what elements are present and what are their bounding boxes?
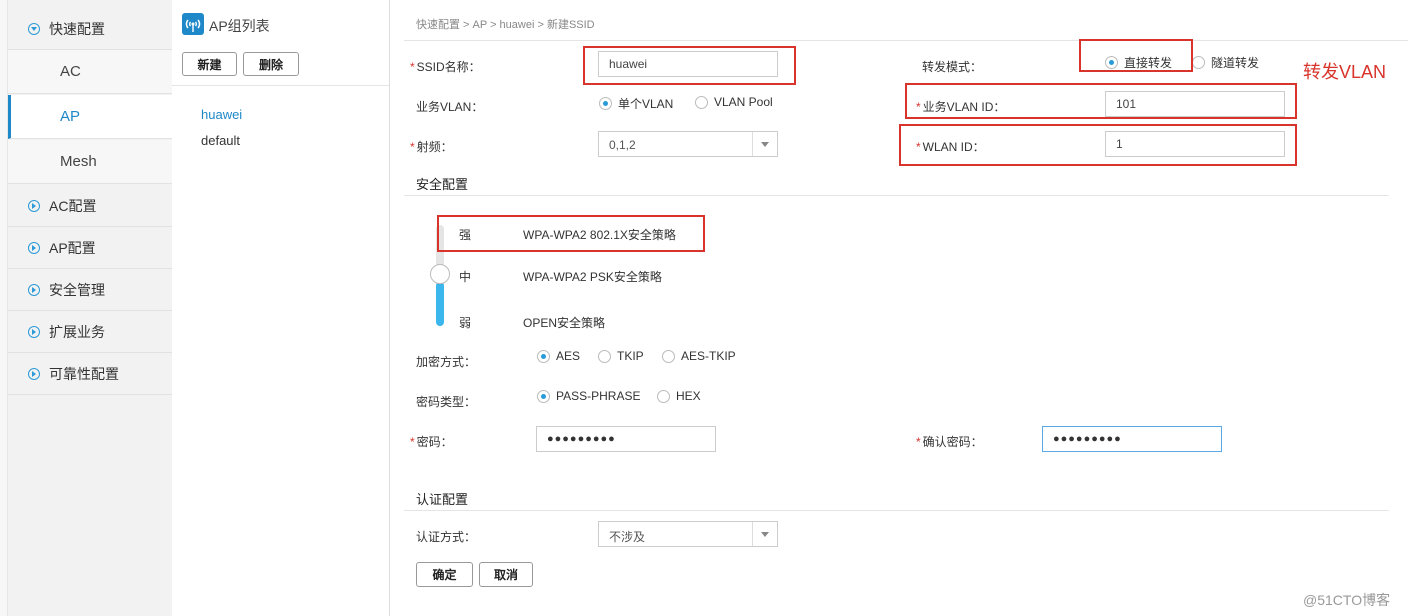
sidebar: 快速配置 AC AP Mesh AC配置 AP配置 安全管理 扩展业务 可靠性配… — [0, 0, 172, 616]
radio-label: PASS-PHRASE — [556, 389, 641, 403]
divider — [404, 195, 1389, 196]
confirm-password-label: 确认密码： — [916, 433, 983, 450]
select-value: 0,1,2 — [609, 138, 636, 152]
radio-encryption-tkip[interactable]: TKIP — [598, 349, 644, 363]
chevron-down-icon — [752, 132, 777, 156]
ssid-label: SSID名称： — [410, 58, 481, 75]
security-slider-handle[interactable] — [430, 264, 450, 284]
ok-button[interactable]: 确定 — [416, 562, 473, 587]
sidebar-item-label: AP配置 — [49, 239, 96, 256]
ap-wifi-icon — [182, 13, 204, 35]
ap-group-item[interactable]: default — [201, 133, 240, 148]
highlight-box — [899, 124, 1297, 166]
sidebar-subitem-ap[interactable]: AP — [8, 95, 172, 139]
watermark: @51CTO博客 — [1303, 592, 1391, 608]
auth-section-title: 认证配置 — [416, 492, 469, 507]
cancel-button[interactable]: 取消 — [479, 562, 533, 587]
new-button[interactable]: 新建 — [182, 52, 237, 76]
sidebar-item-label: AC配置 — [49, 197, 97, 214]
radio-band-select[interactable]: 0,1,2 — [598, 131, 778, 157]
radio-encryption-aes[interactable]: AES — [537, 349, 580, 363]
chevron-right-icon — [28, 367, 40, 380]
password-input[interactable]: ●●●●●●●●● — [536, 426, 716, 452]
sidebar-item-label: 可靠性配置 — [49, 365, 119, 382]
key-type-label: 密码类型： — [416, 395, 477, 409]
radio-label: TKIP — [617, 349, 644, 363]
radio-dot — [598, 349, 611, 363]
security-policy-weak[interactable]: OPEN安全策略 — [523, 314, 605, 331]
radio-vlan-single[interactable]: 单个VLAN — [599, 95, 673, 112]
auth-mode-select[interactable]: 不涉及 — [598, 521, 778, 547]
highlight-box — [1079, 39, 1193, 72]
sidebar-edge — [0, 0, 8, 616]
sidebar-item-ap-config[interactable]: AP配置 — [8, 227, 172, 269]
radio-vlan-pool[interactable]: VLAN Pool — [695, 95, 773, 109]
sidebar-item-security[interactable]: 安全管理 — [8, 269, 172, 311]
breadcrumb: 快速配置 > AP > huawei > 新建SSID — [416, 19, 595, 31]
sidebar-item-ac-config[interactable]: AC配置 — [8, 185, 172, 227]
radio-label: AES — [556, 349, 581, 363]
radio-label: VLAN Pool — [714, 95, 773, 109]
chevron-right-icon — [28, 325, 40, 338]
radio-dot — [1192, 56, 1205, 69]
sidebar-subitem-label: Mesh — [60, 153, 97, 170]
chevron-down-icon — [28, 22, 40, 35]
service-vlan-label: 业务VLAN： — [416, 100, 484, 114]
security-level-medium: 中 — [459, 270, 472, 284]
radio-dot — [537, 349, 550, 363]
chevron-right-icon — [28, 283, 40, 296]
divider — [172, 85, 389, 86]
radio-dot — [657, 389, 670, 403]
highlight-box — [583, 46, 796, 85]
chevron-right-icon — [28, 199, 40, 212]
sidebar-subitem-label: AP — [60, 108, 81, 125]
select-value: 不涉及 — [609, 530, 646, 544]
security-policy-medium[interactable]: WPA-WPA2 PSK安全策略 — [523, 268, 662, 285]
sidebar-item-extension[interactable]: 扩展业务 — [8, 311, 172, 353]
divider — [404, 40, 1408, 41]
sidebar-item-label: 扩展业务 — [49, 323, 105, 340]
sidebar-item-reliability[interactable]: 可靠性配置 — [8, 353, 172, 395]
ap-group-panel: AP组列表 新建 删除 huawei default — [172, 0, 390, 616]
radio-dot — [537, 389, 550, 403]
radio-label: 隧道转发 — [1211, 56, 1260, 70]
encryption-label: 加密方式： — [416, 355, 477, 369]
sidebar-item-quick-config[interactable]: 快速配置 — [8, 8, 172, 50]
divider — [404, 510, 1389, 511]
security-slider-fill — [436, 282, 444, 326]
highlight-box — [437, 215, 705, 252]
password-label: 密码： — [410, 433, 453, 450]
sidebar-item-label: 安全管理 — [49, 281, 105, 298]
radio-encryption-aes-tkip[interactable]: AES-TKIP — [662, 349, 736, 363]
radio-label: AES-TKIP — [681, 349, 736, 363]
security-section-title: 安全配置 — [416, 177, 469, 192]
forward-mode-label: 转发模式： — [922, 60, 983, 74]
auth-mode-label: 认证方式： — [416, 530, 477, 544]
chevron-down-icon — [752, 522, 777, 546]
radio-key-passphrase[interactable]: PASS-PHRASE — [537, 389, 640, 403]
radio-key-hex[interactable]: HEX — [657, 389, 701, 403]
highlight-box — [905, 83, 1297, 119]
radio-dot — [599, 97, 612, 110]
radio-label: HEX — [676, 389, 701, 403]
ap-group-title: AP组列表 — [209, 18, 270, 34]
radio-band-label: 射频： — [410, 138, 453, 155]
radio-dot — [695, 95, 708, 109]
annotation-text: 转发VLAN — [1303, 62, 1387, 82]
chevron-right-icon — [28, 241, 40, 254]
sidebar-subitem-label: AC — [60, 63, 81, 80]
radio-label: 单个VLAN — [618, 97, 674, 111]
sidebar-subitem-ac[interactable]: AC — [8, 50, 172, 94]
ap-group-item[interactable]: huawei — [201, 107, 242, 122]
delete-button[interactable]: 删除 — [243, 52, 299, 76]
radio-forward-tunnel[interactable]: 隧道转发 — [1192, 54, 1259, 71]
sidebar-subitem-mesh[interactable]: Mesh — [8, 140, 172, 184]
confirm-password-input[interactable]: ●●●●●●●●● — [1042, 426, 1222, 452]
sidebar-item-label: 快速配置 — [49, 20, 105, 37]
security-level-weak: 弱 — [459, 316, 472, 330]
radio-dot — [662, 349, 675, 363]
